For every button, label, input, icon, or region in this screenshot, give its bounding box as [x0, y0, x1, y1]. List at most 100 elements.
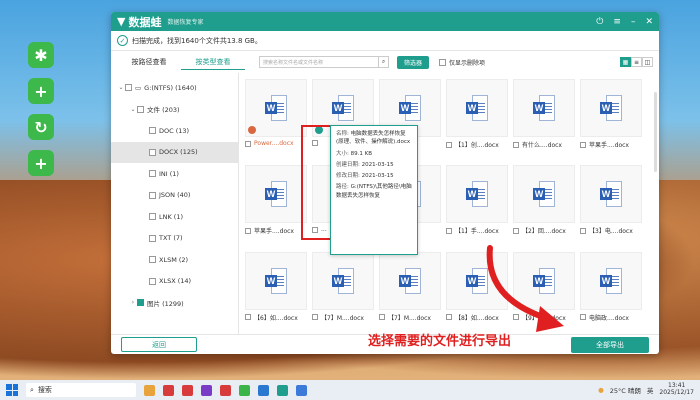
tree-node[interactable]: XLSX (14)	[111, 271, 238, 293]
file-checkbox[interactable]	[312, 314, 318, 321]
file-checkbox[interactable]	[446, 314, 452, 321]
tree-node[interactable]: DOC (13)	[111, 120, 238, 142]
only-deleted-toggle[interactable]: 仅显示删除项	[439, 58, 485, 67]
only-deleted-checkbox[interactable]	[439, 58, 447, 66]
file-card[interactable]: W 【1】手....docx	[446, 165, 508, 237]
file-checkbox[interactable]	[513, 227, 519, 234]
expand-arrow-icon[interactable]: ⌄	[117, 84, 125, 91]
file-card[interactable]: W 苹果手....docx	[580, 79, 642, 151]
expand-arrow-icon[interactable]: ›	[129, 299, 137, 306]
app-icon-8[interactable]	[277, 384, 288, 396]
plus-icon[interactable]: +	[28, 78, 54, 104]
file-thumbnail[interactable]: W	[245, 165, 307, 224]
search-input[interactable]: 搜索名称文件名或文件名称	[259, 56, 379, 68]
file-thumbnail[interactable]: W	[379, 251, 441, 310]
tree-node[interactable]: › 图片 (1299)	[111, 292, 238, 314]
close-icon[interactable]: ✕	[645, 17, 653, 27]
search-icon[interactable]: ⌕	[379, 56, 389, 68]
app-icon-1[interactable]	[144, 384, 155, 396]
tree-checkbox[interactable]	[149, 191, 156, 199]
export-all-button[interactable]: 全部导出	[571, 336, 649, 353]
file-checkbox[interactable]	[379, 314, 385, 321]
app-icon-7[interactable]	[258, 384, 269, 396]
file-caption: 【7】M....docx	[312, 313, 374, 322]
tree-checkbox[interactable]	[149, 170, 156, 178]
tree-checkbox[interactable]	[149, 256, 156, 264]
file-name: 【2】回....docx	[522, 228, 566, 236]
back-button[interactable]: 返回	[121, 337, 197, 352]
app-icon-6[interactable]	[239, 384, 250, 396]
filter-button[interactable]: 筛选器	[397, 55, 430, 69]
refresh-icon[interactable]: ↻	[28, 114, 54, 140]
file-card[interactable]: W 【1】创....docx	[446, 79, 508, 151]
tree-checkbox[interactable]	[149, 213, 156, 221]
tree-node[interactable]: ⌄ 文件 (203)	[111, 99, 238, 121]
tree-node[interactable]: TXT (7)	[111, 228, 238, 250]
file-checkbox[interactable]	[245, 314, 251, 321]
tree-checkbox[interactable]	[149, 127, 156, 135]
plus-icon-2[interactable]: +	[28, 150, 54, 176]
file-caption: 【3】电....docx	[580, 226, 642, 235]
windows-start-icon[interactable]	[6, 384, 18, 396]
app-icon-3[interactable]	[182, 384, 193, 396]
file-checkbox[interactable]	[513, 141, 519, 148]
tree-node[interactable]: JSON (40)	[111, 185, 238, 207]
tree-checkbox[interactable]	[149, 234, 156, 242]
tree-node[interactable]: ⌄ ▭ G:(NTFS) (1640)	[111, 77, 238, 99]
clock[interactable]: 13:41 2025/12/17	[659, 383, 694, 396]
file-card[interactable]: W 电脑政....docx	[580, 251, 642, 324]
list-view-icon[interactable]: ≡	[631, 57, 642, 67]
tree-node[interactable]: LNK (1)	[111, 206, 238, 228]
tree-node[interactable]: XLSM (2)	[111, 249, 238, 271]
file-thumbnail[interactable]: W	[446, 165, 508, 224]
app-icon-9[interactable]	[296, 384, 307, 396]
file-card[interactable]: W 【7】M....docx	[312, 251, 374, 324]
file-checkbox[interactable]	[446, 141, 452, 148]
file-thumbnail[interactable]: W	[580, 165, 642, 224]
file-card[interactable]: W 【6】如....docx	[245, 251, 307, 324]
menu-icon[interactable]: ≡	[613, 17, 621, 27]
tree-node[interactable]: INI (1)	[111, 163, 238, 185]
bluetooth-icon[interactable]: ✱	[28, 42, 54, 68]
file-checkbox[interactable]	[580, 227, 586, 234]
file-thumbnail[interactable]: W	[513, 79, 575, 137]
detail-view-icon[interactable]: ◫	[642, 57, 653, 67]
expand-arrow-icon[interactable]: ⌄	[129, 106, 137, 113]
tree-checkbox[interactable]	[149, 148, 156, 156]
tree-checkbox[interactable]	[137, 105, 144, 113]
app-icon-4[interactable]	[201, 384, 212, 396]
app-icon-5[interactable]	[220, 384, 231, 396]
grid-view-icon[interactable]: ▦	[620, 57, 631, 67]
taskbar-search[interactable]: ⌕ 搜索	[26, 383, 136, 397]
file-checkbox[interactable]	[245, 227, 251, 234]
file-thumbnail[interactable]: W	[245, 79, 307, 137]
file-thumbnail[interactable]: W	[245, 251, 307, 310]
tree-checkbox[interactable]	[125, 84, 132, 92]
lang-indicator[interactable]: 英	[647, 385, 654, 395]
file-thumbnail[interactable]: W	[446, 79, 508, 137]
file-card[interactable]: W 苹果手....docx	[245, 165, 307, 237]
tab-by-path[interactable]: 按路径查看	[117, 55, 181, 70]
tree-checkbox[interactable]	[137, 299, 144, 307]
tree-node[interactable]: DOCX (125)	[111, 141, 238, 163]
tab-by-type[interactable]: 按类型查看	[181, 55, 245, 70]
file-thumbnail[interactable]: W	[580, 79, 642, 137]
file-card[interactable]: W 有什么....docx	[513, 79, 575, 151]
app-icon-2[interactable]	[163, 384, 174, 396]
file-checkbox[interactable]	[580, 141, 586, 148]
file-checkbox[interactable]	[580, 314, 586, 321]
scrollbar[interactable]	[654, 92, 657, 172]
file-thumbnail[interactable]: W	[580, 251, 642, 310]
file-card[interactable]: W Power....docx	[245, 79, 307, 151]
file-card[interactable]: W 【2】回....docx	[513, 165, 575, 237]
minimize-icon[interactable]: –	[631, 17, 636, 27]
file-thumbnail[interactable]: W	[312, 251, 374, 310]
file-checkbox[interactable]	[446, 227, 452, 234]
file-card[interactable]: W 【3】电....docx	[580, 165, 642, 237]
tree-checkbox[interactable]	[149, 277, 156, 285]
power-icon[interactable]: ⏻	[596, 17, 603, 27]
file-checkbox[interactable]	[245, 140, 251, 147]
file-thumbnail[interactable]: W	[513, 165, 575, 224]
file-card[interactable]: W 【7】M....docx	[379, 251, 441, 324]
tree-node-label: G:(NTFS) (1640)	[144, 83, 197, 92]
